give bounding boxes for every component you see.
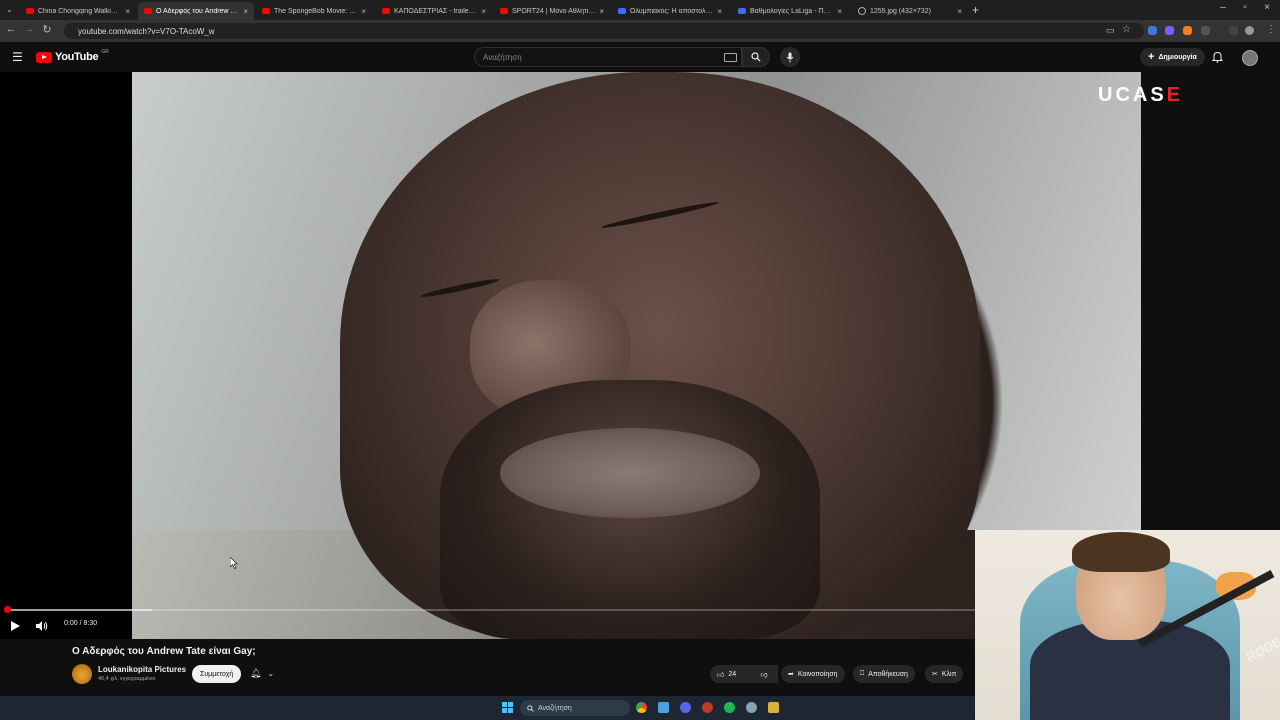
extension-icon[interactable]: [1148, 26, 1157, 35]
share-button[interactable]: ➦ Κοινοποίηση: [781, 665, 845, 683]
youtube-icon: [382, 8, 390, 14]
channel-name[interactable]: Loukanikopita Pictures: [98, 665, 186, 674]
site-icon: [618, 8, 626, 14]
bookmark-icon: ⎕: [860, 670, 865, 677]
tab-close-icon[interactable]: ×: [243, 7, 248, 16]
tab-close-icon[interactable]: ×: [957, 7, 962, 16]
search-icon: [751, 52, 761, 62]
plus-icon: +: [1148, 51, 1155, 63]
obs-icon[interactable]: [768, 702, 779, 713]
browser-tab[interactable]: Βαθμολογίες LaLiga - ΠΟΔΟΣΦ ×: [732, 2, 848, 20]
url-text: youtube.com/watch?v=V7O-TAcoW_w: [78, 26, 215, 36]
tab-close-icon[interactable]: ×: [125, 7, 130, 16]
youtube-icon: [144, 8, 152, 14]
spotify-icon[interactable]: [724, 702, 735, 713]
keyboard-icon[interactable]: [724, 53, 737, 62]
share-icon: ➦: [788, 671, 794, 678]
search-icon: [527, 704, 534, 712]
thumbs-down-icon: 👎︎: [760, 671, 768, 679]
extension-icon[interactable]: [1183, 26, 1192, 35]
globe-icon: [858, 7, 866, 15]
scrubber-handle[interactable]: [4, 606, 11, 613]
notifications-bell-icon[interactable]: [1211, 50, 1224, 68]
address-bar[interactable]: youtube.com/watch?v=V7O-TAcoW_w: [64, 23, 1144, 39]
subscriber-count: 40,4 χιλ. εγγεγραμμένοι: [98, 676, 156, 682]
kebab-menu-icon[interactable]: ⋮: [1266, 24, 1276, 35]
back-icon[interactable]: ←: [4, 23, 18, 35]
volume-icon: [36, 621, 48, 631]
play-icon: [11, 621, 20, 631]
clip-button[interactable]: ✂ Κλιπ: [925, 665, 964, 683]
cast-icon[interactable]: ▭: [1106, 25, 1115, 36]
reload-icon[interactable]: ↻: [40, 23, 54, 36]
volume-button[interactable]: [35, 619, 48, 637]
browser-tab[interactable]: The SpongeBob Movie: Search ×: [256, 2, 372, 20]
thumbs-up-icon: 👍︎: [717, 671, 725, 679]
steam-icon[interactable]: [702, 702, 713, 713]
notes-icon[interactable]: [658, 702, 669, 713]
dislike-button[interactable]: 👎︎: [750, 665, 778, 683]
progress-buffered: [7, 609, 153, 611]
browser-tab-active[interactable]: Ο Αδερφός του Andrew Tate εί ×: [138, 2, 254, 20]
youtube-icon: [26, 8, 34, 14]
youtube-play-icon: [36, 51, 52, 63]
youtube-logo[interactable]: YouTube GR: [36, 49, 109, 63]
windows-start-icon[interactable]: [502, 702, 513, 713]
tab-search-icon[interactable]: ⌄: [6, 5, 13, 14]
hamburger-menu-icon[interactable]: ☰: [12, 50, 23, 64]
settings-icon[interactable]: [746, 702, 757, 713]
browser-tab[interactable]: 1255.jpg (432×732) ×: [852, 2, 968, 20]
notification-preference-button[interactable]: 🔔︎ ⌄: [250, 668, 274, 679]
tab-close-icon[interactable]: ×: [361, 7, 366, 16]
channel-watermark: UCASE: [1098, 84, 1184, 106]
bell-icon: 🔔︎: [250, 668, 262, 678]
tab-close-icon[interactable]: ×: [717, 7, 722, 16]
minimize-button[interactable]: –: [1212, 2, 1234, 13]
play-button[interactable]: [10, 619, 21, 637]
voice-search-button[interactable]: [780, 47, 800, 67]
extension-icon[interactable]: [1165, 26, 1174, 35]
tab-close-icon[interactable]: ×: [481, 7, 486, 16]
taskbar-search[interactable]: Αναζήτηση: [520, 700, 630, 716]
windows-taskbar: [0, 696, 975, 720]
browser-tab[interactable]: Ολυμπιακός: Η αποστολή του ×: [612, 2, 728, 20]
youtube-wordmark: YouTube: [55, 51, 99, 63]
new-tab-button[interactable]: +: [972, 3, 979, 17]
video-title: Ο Αδερφός του Andrew Tate είναι Gay;: [72, 646, 256, 657]
scissors-icon: ✂: [932, 671, 938, 678]
maximize-button[interactable]: ▫: [1234, 2, 1256, 13]
bookmark-star-icon[interactable]: ☆: [1122, 24, 1131, 35]
time-display: 0:00 / 8:30: [64, 620, 98, 627]
browser-tab[interactable]: SPORT24 | Μόνο Αθλητικά ×: [494, 2, 610, 20]
chevron-down-icon: ⌄: [267, 669, 275, 678]
subscribe-button[interactable]: Συμμετοχή: [192, 665, 242, 683]
media-icon[interactable]: [1229, 26, 1238, 35]
close-window-button[interactable]: ×: [1256, 2, 1278, 13]
chrome-icon[interactable]: [636, 702, 647, 713]
save-button[interactable]: ⎕ Αποθήκευση: [853, 665, 915, 683]
video-subject-mouth: [500, 428, 760, 518]
channel-avatar[interactable]: [72, 664, 92, 684]
forward-icon[interactable]: →: [22, 23, 36, 35]
streamer-hair: [1072, 532, 1170, 572]
search-input[interactable]: Αναζήτηση: [474, 47, 742, 67]
tab-close-icon[interactable]: ×: [599, 7, 604, 16]
profile-icon[interactable]: [1245, 26, 1254, 35]
progress-bar[interactable]: [7, 609, 975, 611]
tab-close-icon[interactable]: ×: [837, 7, 842, 16]
discord-icon[interactable]: [680, 702, 691, 713]
extensions-puzzle-icon[interactable]: [1201, 26, 1210, 35]
site-icon: [738, 8, 746, 14]
youtube-icon: [262, 8, 270, 14]
region-code: GR: [101, 49, 109, 55]
create-button[interactable]: + Δημιουργία: [1140, 48, 1205, 66]
browser-tab[interactable]: China Chongqing Walking - Co ×: [20, 2, 136, 20]
browser-tab[interactable]: ΚΑΠΟΔΕΣΤΡΙΑΣ - trailer - YouTu ×: [376, 2, 492, 20]
sport24-icon: [500, 8, 508, 14]
search-button[interactable]: [742, 47, 770, 67]
account-avatar[interactable]: [1242, 50, 1258, 66]
microphone-icon: [786, 52, 794, 62]
